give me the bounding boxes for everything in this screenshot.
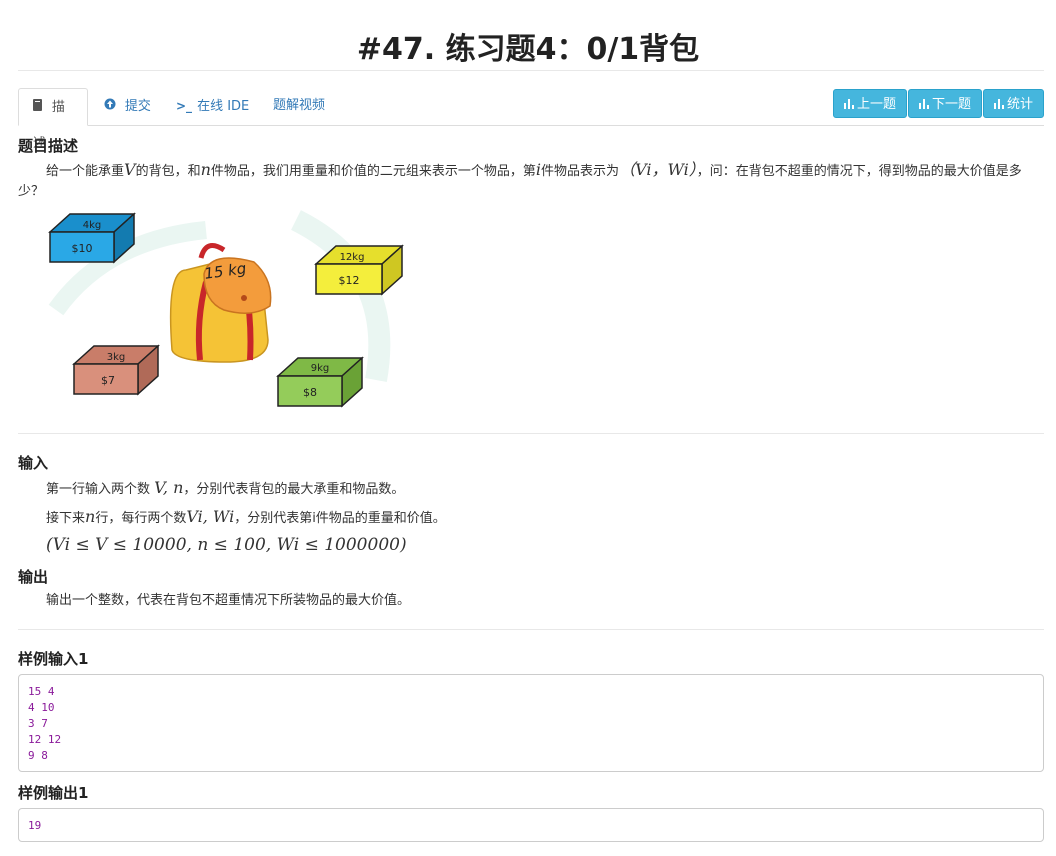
item-weight: 3kg bbox=[107, 352, 126, 363]
math-var: n bbox=[200, 160, 211, 179]
item-value: $8 bbox=[303, 386, 317, 399]
item-value: $10 bbox=[72, 242, 93, 255]
input-line-2: 接下来n行，每行两个数Vi, Wi，分别代表第i件物品的重量和价值。 bbox=[46, 507, 1036, 529]
math-var: V bbox=[124, 160, 136, 179]
item-box-12kg: 12kg $12 bbox=[314, 244, 404, 296]
text: ，分别代表第i件物品的重量和价值。 bbox=[234, 511, 446, 526]
text: 第一行输入两个数 bbox=[46, 482, 151, 497]
text: 接下来 bbox=[46, 511, 86, 526]
backpack-icon: 15 kg bbox=[169, 243, 272, 363]
button-label: 统计 bbox=[1006, 97, 1033, 112]
tab-online-ide[interactable]: >_ 在线 IDE bbox=[162, 88, 263, 124]
description-text: 给一个能承重V的背包，和n件物品，我们用重量和价值的二元组来表示一个物品，第i件… bbox=[18, 160, 1044, 202]
button-label: 上一题 bbox=[856, 97, 896, 112]
input-line-1: 第一行输入两个数 V, n，分别代表背包的最大承重和物品数。 bbox=[46, 478, 1036, 500]
sample-input-heading: 样例输入1 bbox=[18, 650, 89, 668]
tab-label: 在线 IDE bbox=[197, 99, 250, 114]
input-constraint: (Vi ≤ V ≤ 10000, n ≤ 100, Wi ≤ 1000000) bbox=[46, 535, 407, 555]
item-box-9kg: 9kg $8 bbox=[276, 356, 364, 408]
text: 给一个能承重 bbox=[46, 164, 125, 179]
item-weight: 4kg bbox=[83, 220, 102, 231]
tab-label: 提交 bbox=[124, 99, 151, 114]
bar-chart-icon bbox=[918, 90, 929, 119]
upload-icon bbox=[104, 98, 120, 113]
math-inline: V, n bbox=[154, 478, 184, 497]
output-text: 输出一个整数，代表在背包不超重情况下所装物品的最大价值。 bbox=[46, 593, 411, 608]
sample-output-code[interactable]: 19 bbox=[18, 808, 1044, 842]
output-heading: 输出 bbox=[18, 568, 49, 586]
description-heading: 题目描述 bbox=[18, 137, 79, 155]
tab-label: 题解视频 bbox=[273, 98, 326, 113]
item-value: $12 bbox=[339, 274, 360, 287]
knapsack-illustration: 4kg $10 12kg $12 3kg $7 9kg $8 15 kg bbox=[48, 210, 404, 408]
button-label: 下一题 bbox=[931, 97, 971, 112]
math-inline: Vi, Wi bbox=[186, 507, 235, 526]
tab-solution-video[interactable]: 题解视频 bbox=[259, 88, 339, 124]
text: 件物品，我们用重量和价值的二元组来表示一个物品，第 bbox=[210, 164, 536, 179]
item-value: $7 bbox=[101, 374, 115, 387]
tab-submit[interactable]: 提交 bbox=[90, 88, 165, 124]
tab-description[interactable]: 描述 bbox=[18, 88, 88, 151]
text: 的背包，和 bbox=[135, 164, 201, 179]
text: 行，每行两个数 bbox=[95, 511, 187, 526]
item-box-4kg: 4kg $10 bbox=[48, 212, 136, 264]
next-problem-button[interactable]: 下一题 bbox=[907, 89, 982, 119]
math-tuple: （Vi，Wi） bbox=[619, 160, 697, 179]
bar-chart-icon bbox=[843, 90, 854, 119]
problem-nav-buttons: 上一题 下一题 统计 bbox=[832, 89, 1044, 118]
book-icon bbox=[33, 99, 47, 114]
item-weight: 9kg bbox=[311, 363, 330, 374]
divider bbox=[18, 70, 1044, 71]
page-title: #47. 练习题4：0/1背包 bbox=[356, 32, 700, 67]
input-heading: 输入 bbox=[18, 454, 49, 472]
item-weight: 12kg bbox=[340, 252, 365, 263]
prev-problem-button[interactable]: 上一题 bbox=[832, 89, 907, 119]
text: 件物品表示为 bbox=[541, 164, 620, 179]
terminal-icon: >_ bbox=[176, 99, 193, 113]
sample-output-heading: 样例输出1 bbox=[18, 784, 89, 802]
bar-chart-icon bbox=[993, 90, 1004, 119]
sample-input-code[interactable]: 15 4 4 10 3 7 12 12 9 8 bbox=[18, 674, 1044, 772]
text: ，分别代表背包的最大承重和物品数。 bbox=[183, 482, 405, 497]
divider bbox=[18, 629, 1044, 630]
divider bbox=[18, 433, 1044, 434]
statistics-button[interactable]: 统计 bbox=[982, 89, 1044, 119]
background-swirl bbox=[290, 210, 391, 382]
math-var: n bbox=[85, 507, 96, 526]
item-box-3kg: 3kg $7 bbox=[72, 344, 160, 396]
